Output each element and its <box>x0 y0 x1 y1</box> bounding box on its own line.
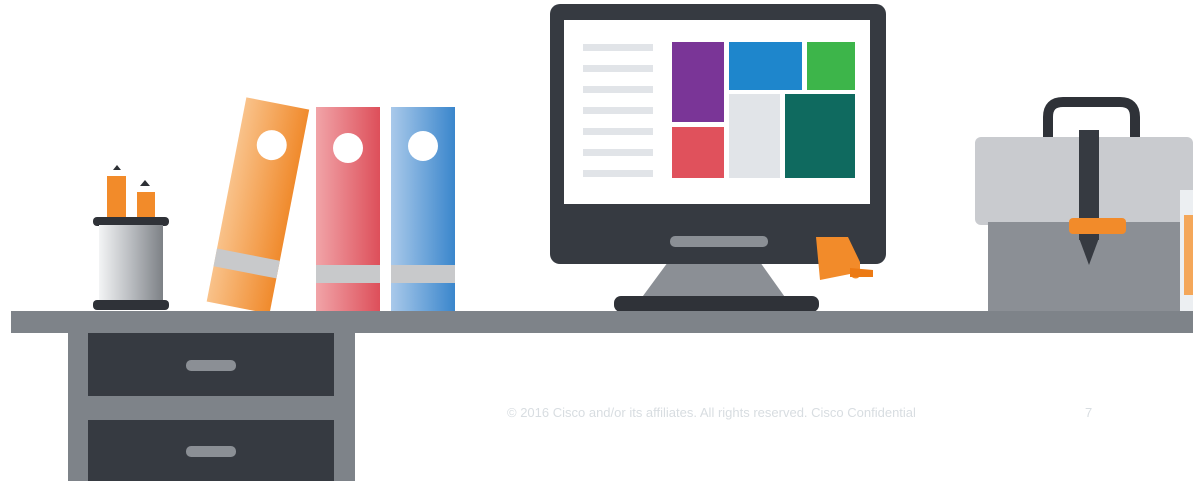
desk-drawer-icon <box>68 333 355 481</box>
monitor-icon <box>550 4 886 312</box>
pencil-cup-icon <box>93 165 169 310</box>
desk-top <box>11 311 1193 333</box>
page-number: 7 <box>1085 405 1093 420</box>
binder-icon <box>206 97 455 314</box>
briefcase-icon <box>975 97 1193 312</box>
footer-copyright: © 2016 Cisco and/or its affiliates. All … <box>507 405 916 420</box>
slide: © 2016 Cisco and/or its affiliates. All … <box>0 0 1193 481</box>
